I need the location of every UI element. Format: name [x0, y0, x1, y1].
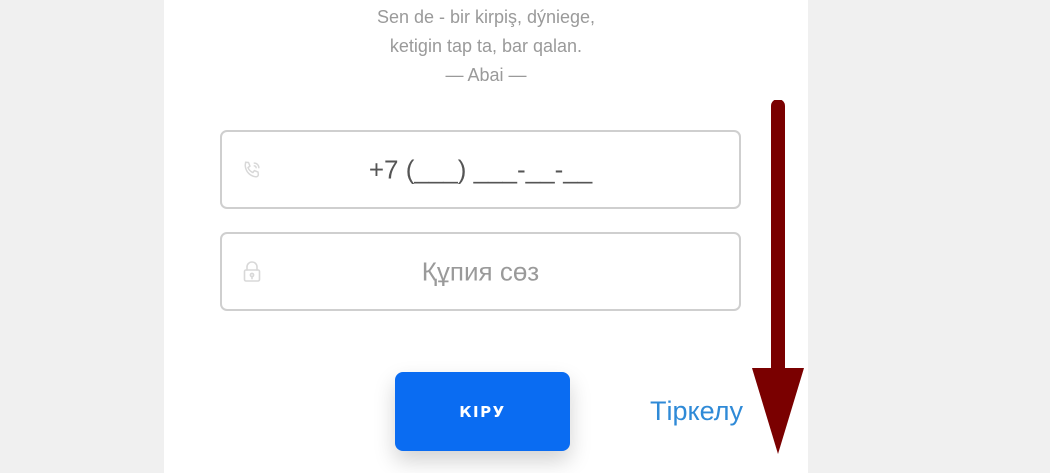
register-link[interactable]: Тіркелу: [650, 396, 743, 427]
login-card: Sen de - bir kirpiş, dýniege, ketigin ta…: [164, 0, 808, 473]
quote-author: — Abai —: [445, 65, 527, 85]
quote-line-2: ketigin tap ta, bar qalan.: [389, 36, 583, 56]
login-button[interactable]: КІРУ: [395, 372, 570, 451]
phone-field[interactable]: +7 (___) ___-__-__: [220, 130, 741, 209]
password-input[interactable]: Құпия сөз: [222, 256, 739, 287]
password-field[interactable]: Құпия сөз: [220, 232, 741, 311]
page: Sen de - bir kirpiş, dýniege, ketigin ta…: [0, 0, 1050, 473]
down-arrow-icon: [752, 100, 804, 454]
phone-input[interactable]: +7 (___) ___-__-__: [222, 154, 739, 185]
quote: Sen de - bir kirpiş, dýniege, ketigin ta…: [164, 3, 808, 90]
quote-line-1: Sen de - bir kirpiş, dýniege,: [376, 7, 596, 27]
